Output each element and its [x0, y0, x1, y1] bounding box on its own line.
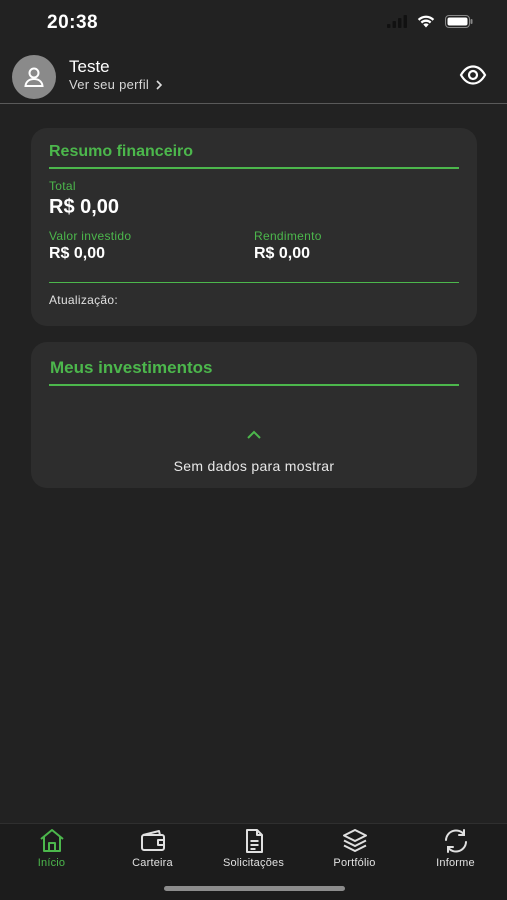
view-profile-link[interactable]: Ver seu perfil	[69, 77, 163, 92]
yield-label: Rendimento	[254, 229, 322, 243]
total-label: Total	[49, 179, 76, 193]
tab-carteira[interactable]: Carteira	[102, 826, 203, 876]
tab-inicio[interactable]: Início	[1, 826, 102, 876]
toggle-visibility-button[interactable]	[459, 65, 487, 90]
profile-header: Teste Ver seu perfil	[0, 52, 507, 104]
wifi-icon	[417, 15, 435, 28]
status-icons	[387, 15, 473, 28]
invested-value: R$ 0,00	[49, 245, 106, 262]
financial-summary-card: Resumo financeiro Total R$ 0,00 Valor in…	[31, 128, 477, 326]
invested-label: Valor investido	[49, 229, 132, 243]
status-bar: 20:38	[0, 0, 507, 46]
tab-carteira-label: Carteira	[132, 857, 173, 869]
user-name: Teste	[69, 57, 110, 76]
tab-informe[interactable]: Informe	[405, 826, 506, 876]
tab-portfolio[interactable]: Portfólio	[304, 826, 405, 876]
summary-title: Resumo financeiro	[49, 143, 194, 160]
my-investments-card: Meus investimentos Sem dados para mostra…	[31, 342, 477, 488]
view-profile-label: Ver seu perfil	[69, 77, 150, 92]
home-indicator	[164, 886, 345, 891]
tab-informe-label: Informe	[436, 857, 475, 869]
chevron-up-icon	[247, 430, 261, 439]
wallet-icon	[140, 830, 165, 851]
yield-value: R$ 0,00	[254, 245, 311, 262]
battery-icon	[445, 15, 473, 28]
tab-portfolio-label: Portfólio	[333, 857, 376, 869]
refresh-icon	[444, 829, 467, 853]
tab-inicio-label: Início	[37, 857, 66, 869]
tab-solicitacoes-label: Solicitações	[222, 857, 285, 869]
avatar[interactable]	[12, 55, 56, 99]
signal-icon	[387, 15, 407, 28]
investments-title: Meus investimentos	[50, 358, 213, 377]
summary-bottom-divider	[49, 282, 459, 283]
user-icon	[24, 67, 44, 87]
status-time: 20:38	[47, 12, 99, 33]
summary-divider	[49, 167, 459, 169]
investments-divider	[49, 384, 459, 386]
tab-solicitacoes[interactable]: Solicitações	[203, 826, 304, 876]
empty-state-text: Sem dados para mostrar	[173, 458, 335, 474]
layers-icon	[342, 829, 367, 852]
document-icon	[245, 829, 263, 853]
home-icon	[39, 829, 64, 852]
chevron-right-icon	[156, 79, 163, 90]
eye-icon	[459, 65, 487, 85]
update-label: Atualização:	[49, 293, 118, 307]
total-value: R$ 0,00	[49, 196, 120, 218]
